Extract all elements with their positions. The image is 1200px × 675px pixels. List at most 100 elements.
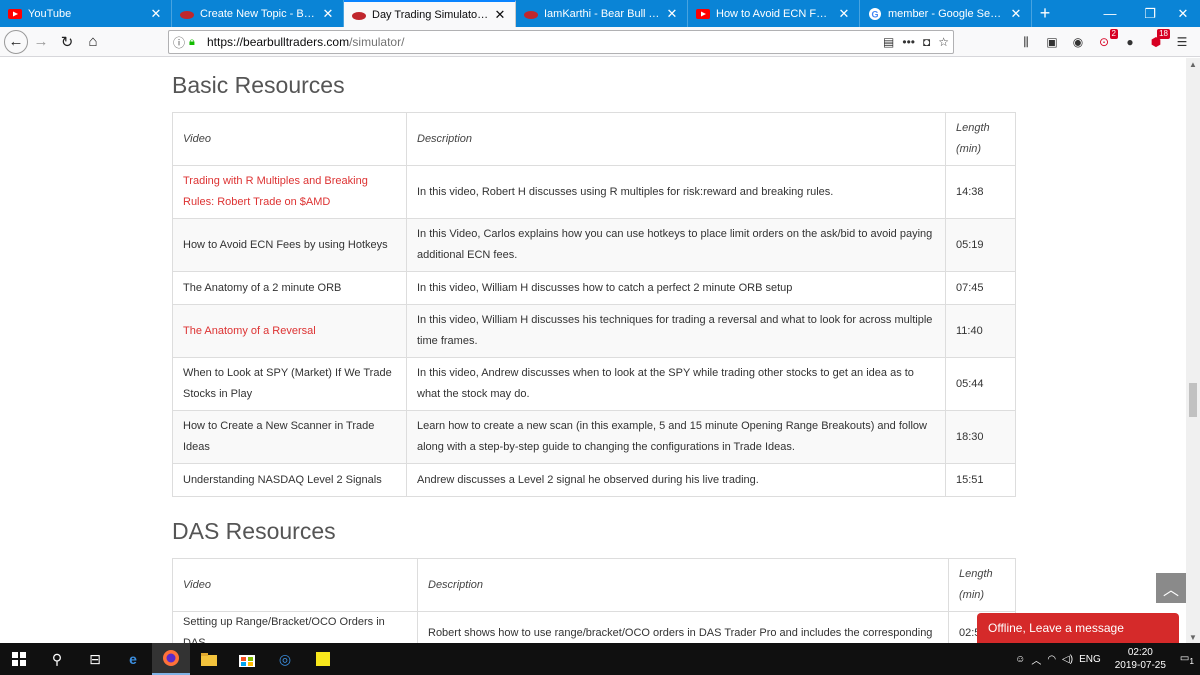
menu-icon[interactable]: ☰ [1172,32,1192,52]
video-link[interactable]: The Anatomy of a Reversal [183,325,316,337]
back-to-top-button[interactable]: ︿ [1156,573,1186,603]
table-row: Understanding NASDAQ Level 2 Signals Andr… [172,463,1016,497]
scrollbar-thumb[interactable] [1189,383,1197,417]
adblock-icon[interactable]: ⬢ 18 [1146,29,1170,52]
scroll-up-arrow[interactable]: ▲ [1186,58,1200,70]
chevron-up-icon: ︿ [1162,582,1179,599]
col-header-description: Description [417,558,949,612]
clock[interactable]: 02:20 2019-07-25 [1115,646,1166,672]
col-header-length: Length (min) [948,558,1016,612]
close-window-button[interactable]: ✕ [1166,0,1200,27]
page-content: Basic Resources Video Description Length… [0,58,1186,643]
bookmark-star-icon[interactable]: ☆ [938,35,949,49]
length-cell: 15:51 [945,463,1016,497]
video-title-cell[interactable]: Trading with R Multiples and Breaking Ru… [172,165,407,219]
start-button[interactable] [0,643,38,675]
description-cell: In this video, William H discusses his t… [406,304,946,358]
arrow-left-icon: ← [8,33,24,50]
length-cell: 14:38 [945,165,1016,219]
back-button[interactable]: ← [4,29,28,54]
section-heading-das: DAS Resources [172,518,336,544]
tab-strip: YouTube ✕ Create New Topic - Bear Bull T… [0,0,1200,27]
file-explorer-icon[interactable] [190,643,228,675]
close-icon[interactable]: ✕ [837,6,851,21]
reload-button[interactable]: ↻ [54,29,80,55]
new-tab-button[interactable]: + [1032,0,1058,27]
col-header-description: Description [406,112,946,166]
language-indicator[interactable]: ENG [1079,654,1101,665]
windows-icon [12,652,26,666]
tab-create-topic[interactable]: Create New Topic - Bear Bull Tr ✕ [172,0,344,27]
windows-taskbar: ⚲ ⊟ e ◎ ☺ ︿ ◠ ◁) ENG 02:20 2019-07-25 ▭1 [0,643,1200,675]
chat-widget-button[interactable]: Offline, Leave a message [977,613,1179,643]
url-text[interactable]: https://bearbulltraders.com/simulator/ [207,35,404,49]
more-actions-icon[interactable]: ••• [902,35,915,49]
edge-icon[interactable]: e [114,643,152,675]
description-cell: In this video, William H discusses how t… [406,271,946,305]
pocket-icon[interactable]: ◘ [923,35,930,49]
table-row: Setting up Range/Bracket/OCO Orders in D… [172,611,1016,643]
video-title-cell[interactable]: The Anatomy of a Reversal [172,304,407,358]
description-cell: Andrew discusses a Level 2 signal he obs… [406,463,946,497]
chevron-up-icon[interactable]: ︿ [1031,652,1041,667]
reload-icon: ↻ [60,33,74,51]
section-heading-basic: Basic Resources [172,72,345,98]
bear-bull-icon [180,7,194,21]
youtube-icon [696,7,710,21]
video-link[interactable]: Trading with R Multiples and Breaking Ru… [183,175,368,208]
lock-icon[interactable]: 🔒︎ [189,36,203,49]
close-icon[interactable]: ✕ [1009,6,1023,21]
home-button[interactable]: ⌂ [80,29,106,55]
tab-google-search[interactable]: G member - Google Search ✕ [860,0,1032,27]
tab-simulator[interactable]: Day Trading Simulator - Get Yo ✕ [344,0,516,27]
length-cell: 05:44 [945,357,1016,411]
description-cell: In this video, Robert H discusses using … [406,165,946,219]
tab-iamkarthi[interactable]: IamKarthi - Bear Bull Traders F ✕ [516,0,688,27]
extension-icon[interactable]: ◉ [1068,32,1088,52]
extension-badge-icon[interactable]: ⊙ 2 [1094,29,1118,52]
tab-title: member - Google Search [888,7,1005,20]
people-icon[interactable]: ☺ [1015,654,1025,665]
video-title-cell: How to Avoid ECN Fees by using Hotkeys [172,218,407,272]
basic-resources-table: Video Description Length (min) Trading w… [172,112,1016,497]
info-icon[interactable]: ⓘ [169,34,189,51]
sticky-notes-icon[interactable] [304,643,342,675]
store-icon[interactable] [228,643,266,675]
system-tray: ☺ ︿ ◠ ◁) ENG 02:20 2019-07-25 ▭1 [1015,643,1200,675]
col-header-video: Video [172,112,407,166]
close-icon[interactable]: ✕ [321,6,335,21]
close-icon[interactable]: ✕ [665,6,679,21]
notification-icon[interactable]: ▭1 [1180,653,1194,666]
tab-title: Create New Topic - Bear Bull Tr [200,7,317,20]
sidebar-icon[interactable]: ▣ [1042,32,1062,52]
page-scrollbar[interactable]: ▲ ▼ [1186,58,1200,643]
das-resources-table: Video Description Length (min) Setting u… [172,558,1016,643]
scroll-down-arrow[interactable]: ▼ [1186,631,1200,643]
ccleaner-icon[interactable]: ◎ [266,643,304,675]
tab-ecn-fees[interactable]: How to Avoid ECN Fees by usin ✕ [688,0,860,27]
task-view-icon[interactable]: ⊟ [76,643,114,675]
close-icon[interactable]: ✕ [493,7,507,22]
length-cell: 07:45 [945,271,1016,305]
extension-icon-2[interactable]: ● [1120,32,1140,52]
forward-button[interactable]: → [28,29,54,55]
volume-icon[interactable]: ◁) [1062,654,1073,665]
svg-text:G: G [871,9,878,19]
video-title-cell: The Anatomy of a 2 minute ORB [172,271,407,305]
table-row: The Anatomy of a 2 minute ORB In this vid… [172,271,1016,305]
tab-youtube[interactable]: YouTube ✕ [0,0,172,27]
wifi-icon[interactable]: ◠ [1047,654,1056,665]
restore-button[interactable]: ❐ [1130,0,1170,27]
reader-view-icon[interactable]: ▤ [883,35,894,49]
close-icon[interactable]: ✕ [149,6,163,21]
search-icon[interactable]: ⚲ [38,643,76,675]
video-title-cell: Understanding NASDAQ Level 2 Signals [172,463,407,497]
firefox-icon[interactable] [152,643,190,675]
toolbar-right: ⫼ ▣ ◉ ⊙ 2 ● ⬢ 18 ☰ [1016,27,1200,57]
tab-title: How to Avoid ECN Fees by usin [716,7,833,20]
minimize-button[interactable]: — [1090,0,1130,27]
col-header-length: Length (min) [945,112,1016,166]
url-bar[interactable]: ⓘ 🔒︎ https://bearbulltraders.com/simulat… [168,30,954,54]
library-icon[interactable]: ⫼ [1016,32,1036,52]
description-cell: In this video, Andrew discusses when to … [406,357,946,411]
